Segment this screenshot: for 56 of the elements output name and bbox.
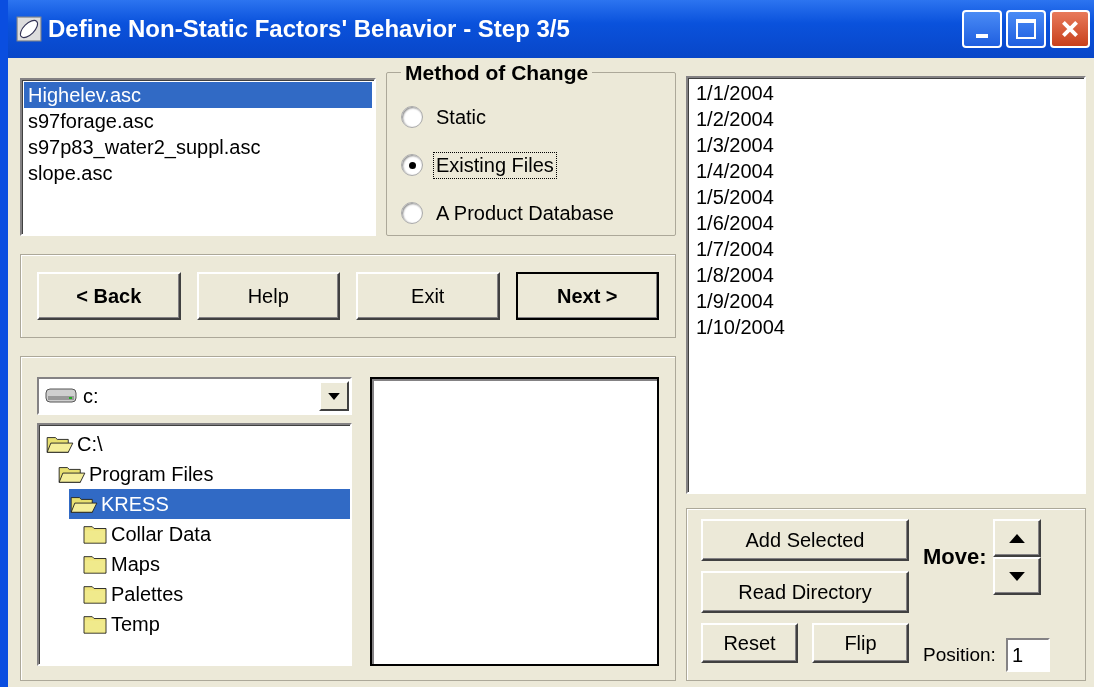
move-label: Move: <box>923 544 987 570</box>
folder-tree-item[interactable]: Maps <box>81 549 350 579</box>
move-down-button[interactable] <box>992 557 1041 595</box>
date-list-item[interactable]: 1/7/2004 <box>692 236 1080 262</box>
date-list-item[interactable]: 1/6/2004 <box>692 210 1080 236</box>
factor-list-item[interactable]: Highelev.asc <box>24 82 372 108</box>
folder-tree-item[interactable]: C:\ <box>45 429 350 459</box>
drive-select[interactable]: c: <box>37 377 352 415</box>
radio-label[interactable]: A Product Database <box>433 199 617 227</box>
radio-label[interactable]: Existing Files <box>433 151 557 179</box>
reset-button[interactable]: Reset <box>701 623 798 663</box>
down-arrow-icon <box>1008 571 1025 581</box>
up-arrow-icon <box>1008 533 1025 543</box>
date-list-item[interactable]: 1/10/2004 <box>692 314 1080 340</box>
move-up-button[interactable] <box>992 519 1041 557</box>
read-directory-button[interactable]: Read Directory <box>701 571 909 613</box>
pill-icon <box>16 16 42 42</box>
close-icon <box>1059 18 1081 40</box>
date-list-item[interactable]: 1/1/2004 <box>692 80 1080 106</box>
folder-icon <box>81 523 109 545</box>
factor-list-item[interactable]: slope.asc <box>24 160 372 186</box>
nav-button[interactable]: Help <box>196 272 340 320</box>
folder-icon <box>81 613 109 635</box>
caret-icon <box>327 392 340 400</box>
folder-icon <box>81 553 109 575</box>
nav-button[interactable]: Exit <box>356 272 500 320</box>
close-button[interactable] <box>1050 10 1090 48</box>
position-field[interactable]: 1 <box>1005 638 1050 672</box>
folder-tree-item[interactable]: Collar Data <box>81 519 350 549</box>
nav-button[interactable]: < Back <box>37 272 181 320</box>
position-label: Position: <box>923 644 996 666</box>
minimize-button[interactable] <box>962 10 1002 48</box>
radio-button[interactable] <box>401 202 423 224</box>
date-list-item[interactable]: 1/3/2004 <box>692 132 1080 158</box>
factor-list-item[interactable]: s97p83_water2_suppl.asc <box>24 134 372 160</box>
radio-button[interactable] <box>401 154 423 176</box>
date-list-item[interactable]: 1/8/2004 <box>692 262 1080 288</box>
dropdown-button[interactable] <box>318 381 349 411</box>
folder-tree-item[interactable]: KRESS <box>69 489 350 519</box>
radio-label[interactable]: Static <box>433 103 490 131</box>
add-selected-button[interactable]: Add Selected <box>701 519 909 561</box>
flip-button[interactable]: Flip <box>812 623 909 663</box>
drive-icon <box>45 387 77 405</box>
window-title: Define Non-Static Factors' Behavior - Step 3/5 <box>48 15 571 43</box>
date-list-item[interactable]: 1/2/2004 <box>692 106 1080 132</box>
folder-tree-item[interactable]: Temp <box>81 609 350 639</box>
factor-list-item[interactable]: s97forage.asc <box>24 108 372 134</box>
radio-button[interactable] <box>401 106 423 128</box>
folder-icon <box>81 583 109 605</box>
folder-tree-item[interactable]: Program Files <box>57 459 350 489</box>
date-list-item[interactable]: 1/4/2004 <box>692 158 1080 184</box>
maximize-button[interactable] <box>1006 10 1046 48</box>
date-list-item[interactable]: 1/9/2004 <box>692 288 1080 314</box>
folder-tree-item[interactable]: Palettes <box>81 579 350 609</box>
nav-button[interactable]: Next > <box>515 272 659 320</box>
date-list-item[interactable]: 1/5/2004 <box>692 184 1080 210</box>
